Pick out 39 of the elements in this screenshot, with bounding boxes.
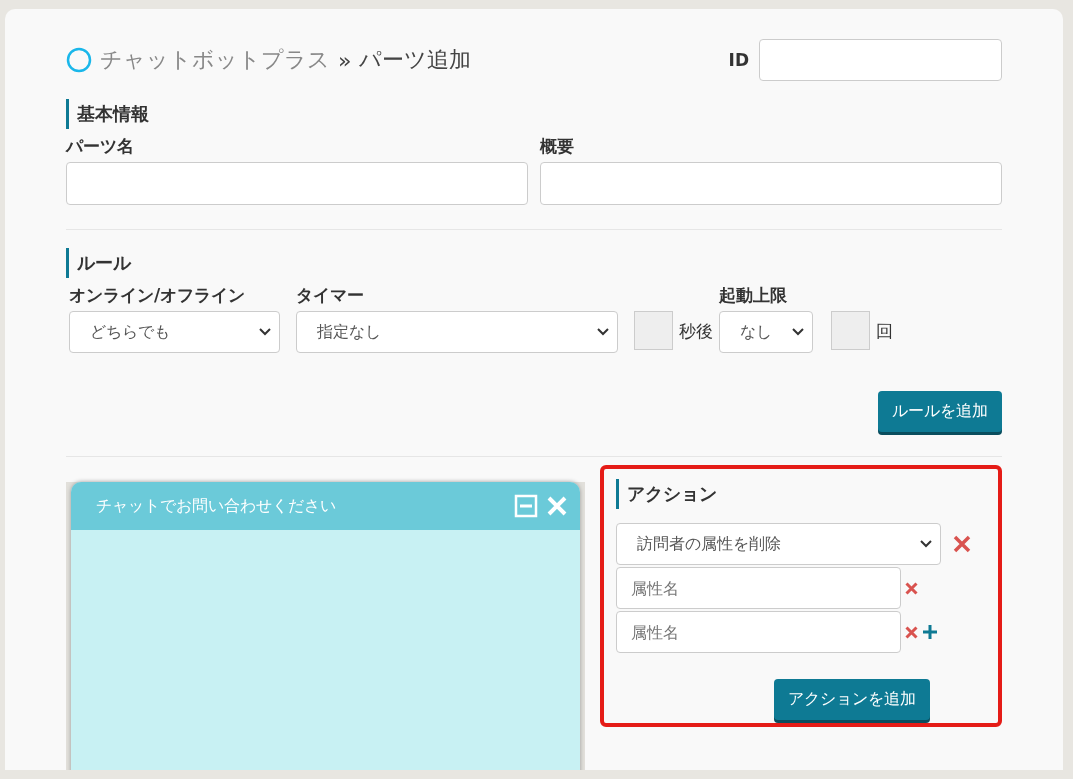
delete-icon[interactable] [904,581,918,595]
online-select[interactable]: どちらでも [69,311,280,353]
limit-select[interactable]: なし [719,311,813,353]
close-icon[interactable] [545,495,568,517]
field-label: タイマー [296,284,365,307]
circle-icon [66,47,92,73]
text-field[interactable] [66,162,528,205]
chevron-icon [919,540,932,548]
add-icon[interactable] [921,624,938,640]
minimize-icon[interactable] [513,494,538,518]
chevron-icon [792,328,804,336]
seconds-label: 秒後 [679,320,713,343]
breadcrumb-separator: » [338,47,352,73]
attribute-field[interactable]: 属性名 [615,611,901,653]
id-field[interactable] [759,39,1002,81]
delete-icon[interactable] [952,535,971,553]
breadcrumb-link[interactable]: チャットボットプラス [100,45,330,75]
field-label: 起動上限 [719,284,788,307]
timer-select[interactable]: 指定なし [296,311,618,353]
chevron-icon [597,328,609,336]
page-title: パーツ追加 [359,46,472,74]
section-heading: ルール [66,248,1002,278]
add-action-button[interactable]: アクションを追加 [774,679,930,720]
add-rule-button[interactable]: ルールを追加 [878,391,1002,432]
field-label: オンライン/オフライン [69,284,247,307]
id-label: ID [728,50,749,70]
attribute-field[interactable]: 属性名 [615,567,901,609]
count-field[interactable] [831,311,870,350]
action-select[interactable]: 訪問者の属性を削除 [615,523,941,565]
delete-icon[interactable] [904,625,918,639]
field-label: パーツ名 [66,135,135,158]
seconds-field[interactable] [634,311,673,350]
section-heading: 基本情報 [66,99,1002,129]
chat-title: チャットでお問い合わせください [96,495,337,517]
text-field[interactable] [540,162,1002,205]
section-heading: アクション [615,479,986,509]
chevron-icon [259,328,271,336]
count-label: 回 [876,320,893,343]
field-label: 概要 [540,135,575,158]
